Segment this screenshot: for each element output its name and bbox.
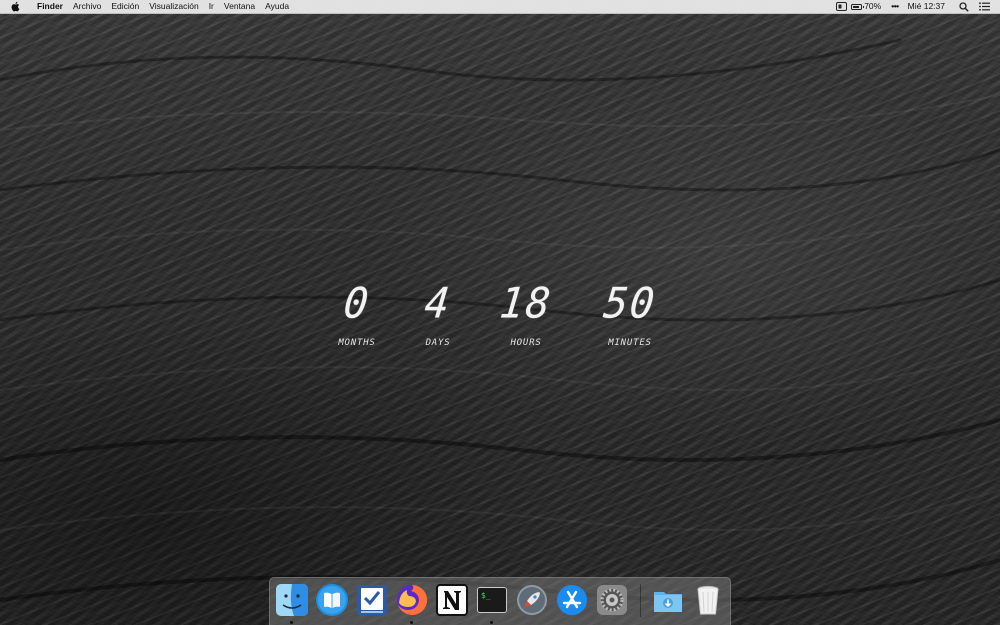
- menu-ayuda[interactable]: Ayuda: [260, 0, 294, 13]
- dock-app-store[interactable]: [555, 583, 589, 617]
- app-store-icon: [557, 585, 587, 615]
- dock-notion[interactable]: [435, 583, 469, 617]
- dock-firefox[interactable]: [395, 583, 429, 624]
- hours-value: 18: [497, 279, 555, 329]
- notification-center-icon[interactable]: [979, 2, 990, 11]
- menu-visualizacion[interactable]: Visualización: [144, 0, 203, 13]
- trash-icon: [697, 586, 719, 615]
- svg-text:$_: $_: [481, 591, 491, 600]
- dock-trash[interactable]: [691, 583, 725, 617]
- dock-separator: [640, 584, 641, 617]
- more-dots-icon[interactable]: •••: [891, 0, 899, 13]
- dock-finder[interactable]: [275, 583, 309, 624]
- spotlight-search-icon[interactable]: [959, 1, 969, 12]
- firefox-icon: [397, 584, 428, 615]
- dock-terminal[interactable]: $_: [475, 583, 509, 624]
- minutes-label: MINUTES: [608, 338, 652, 348]
- battery-status[interactable]: 70%: [851, 0, 881, 13]
- menu-app-name[interactable]: Finder: [32, 0, 68, 13]
- dock-system-preferences[interactable]: [595, 583, 629, 617]
- menu-archivo[interactable]: Archivo: [68, 0, 106, 13]
- book-icon: [316, 584, 348, 616]
- countdown-hours: 18 HOURS: [497, 279, 555, 348]
- countdown-widget: 0 MONTHS 4 DAYS 18 HOURS 50 MINUTES: [330, 279, 670, 352]
- battery-icon: [851, 3, 865, 10]
- running-indicator: [410, 621, 413, 624]
- countdown-months: 0 MONTHS: [330, 279, 384, 348]
- terminal-icon: $_: [477, 587, 507, 613]
- apple-icon[interactable]: [11, 1, 21, 12]
- menu-bar: Finder Archivo Edición Visualización Ir …: [0, 0, 1000, 14]
- rocket-icon: [517, 585, 547, 615]
- dock-downloads[interactable]: [651, 583, 685, 617]
- running-indicator: [490, 621, 493, 624]
- finder-icon: [276, 584, 308, 616]
- dock-launchpad[interactable]: [515, 583, 549, 617]
- hours-label: HOURS: [510, 338, 542, 348]
- running-indicator: [290, 621, 293, 624]
- checklist-icon: [357, 585, 387, 615]
- months-label: MONTHS: [338, 338, 376, 348]
- menu-edicion[interactable]: Edición: [106, 0, 144, 13]
- dock-readkit[interactable]: [315, 583, 349, 617]
- countdown-minutes: 50 MINUTES: [594, 279, 666, 348]
- dock-tasks[interactable]: [355, 583, 389, 617]
- days-value: 4: [422, 279, 454, 329]
- dock: $_: [269, 577, 731, 625]
- menubar-extra-icon[interactable]: [836, 2, 848, 11]
- months-value: 0: [341, 279, 373, 329]
- minutes-value: 50: [601, 279, 659, 329]
- menu-ventana[interactable]: Ventana: [219, 0, 260, 13]
- downloads-folder-icon: [654, 592, 682, 612]
- menubar-clock[interactable]: Mié 12:37: [908, 0, 945, 13]
- menu-ir[interactable]: Ir: [204, 0, 219, 13]
- notion-icon: [436, 584, 468, 616]
- countdown-days: 4 DAYS: [414, 279, 462, 348]
- battery-percent: 70%: [864, 1, 882, 11]
- days-label: DAYS: [425, 338, 451, 348]
- gear-icon: [597, 585, 627, 615]
